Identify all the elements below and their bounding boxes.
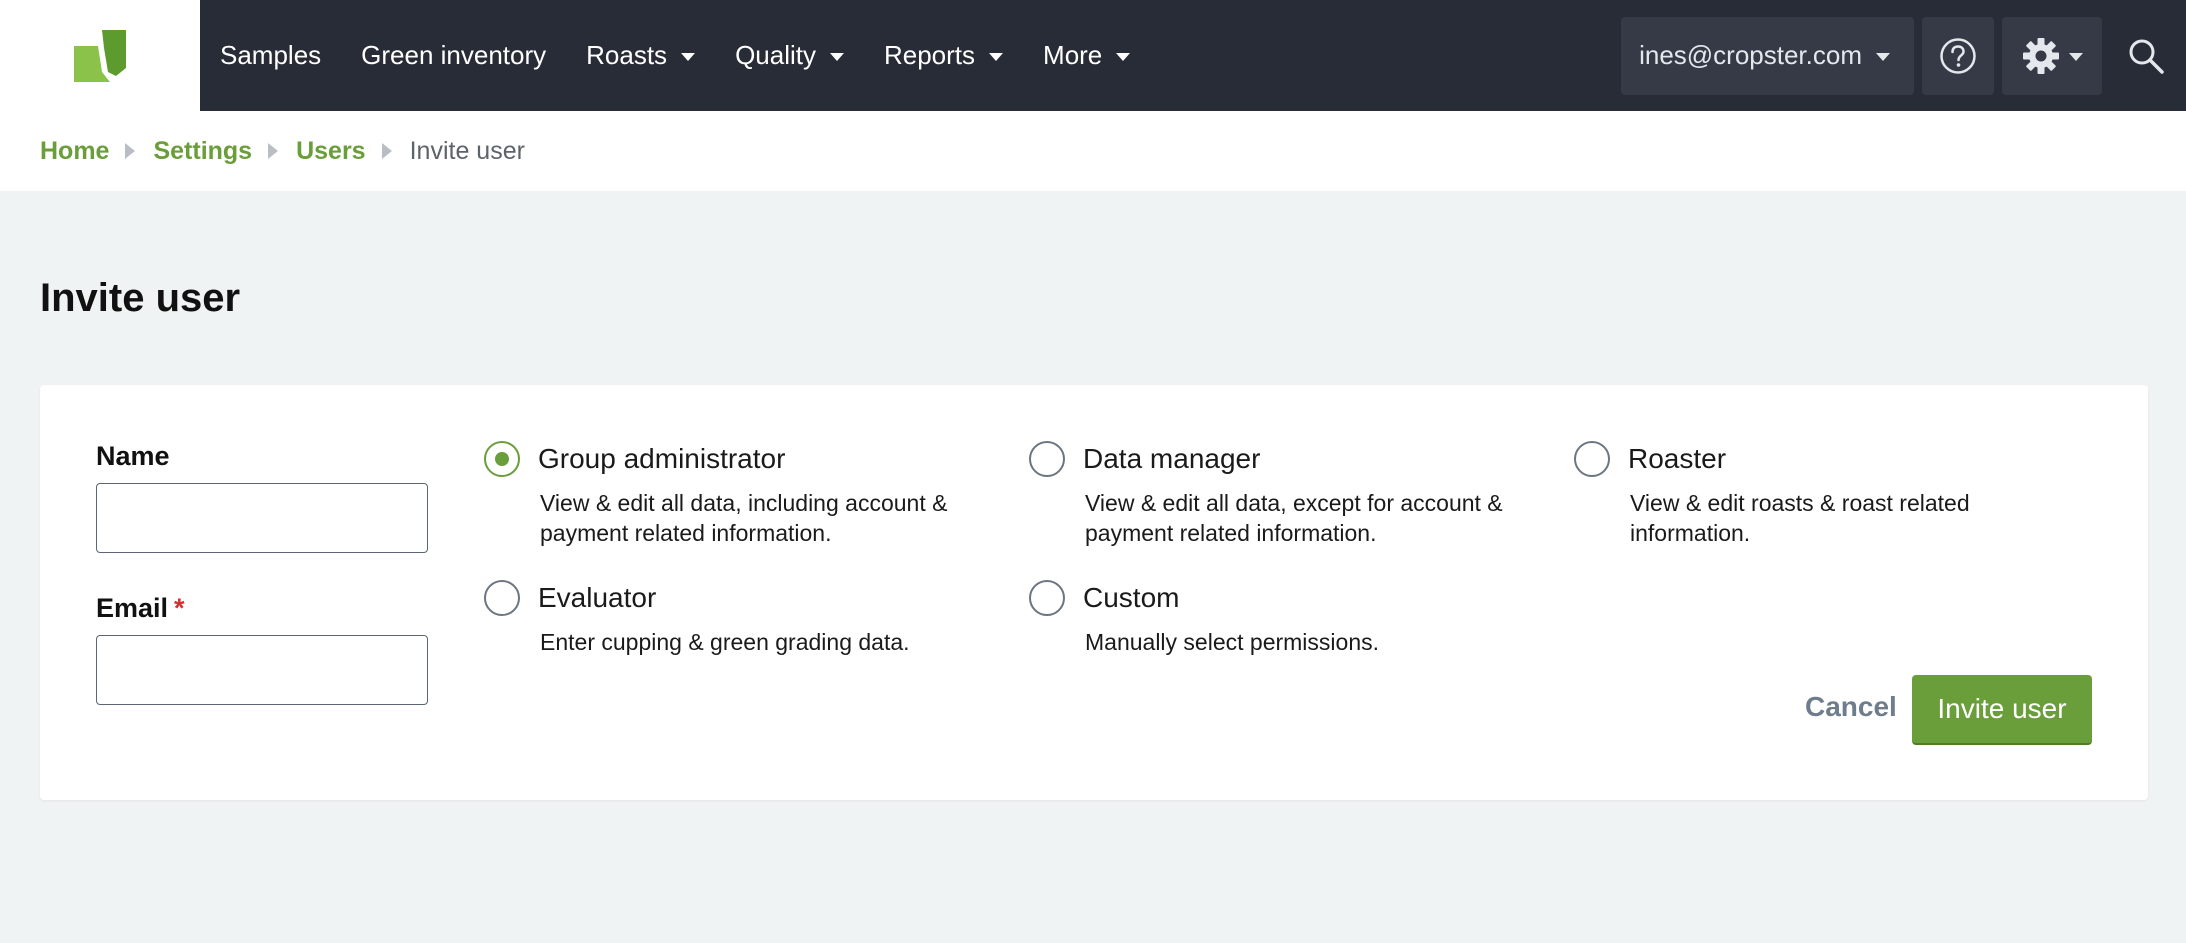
- caret-down-icon: [1876, 52, 1890, 61]
- nav-item-label: Green inventory: [361, 40, 547, 70]
- search-button[interactable]: [2110, 17, 2182, 95]
- role-radio[interactable]: [484, 580, 520, 616]
- nav-item-quality[interactable]: Quality: [715, 0, 864, 111]
- role-description: View & edit roasts & roast related infor…: [1630, 490, 1970, 546]
- name-label: Name: [96, 441, 170, 472]
- nav-item-label: Quality: [735, 40, 816, 70]
- cancel-button[interactable]: Cancel: [1805, 691, 1897, 723]
- name-input[interactable]: [96, 483, 428, 553]
- breadcrumb-current: Invite user: [409, 136, 525, 165]
- name-label-text: Name: [96, 441, 170, 471]
- email-input[interactable]: [96, 635, 428, 705]
- role-description: Enter cupping & green grading data.: [540, 629, 910, 655]
- caret-down-icon: [2069, 52, 2083, 61]
- nav-item-label: Samples: [220, 40, 322, 70]
- role-radio[interactable]: [1029, 441, 1065, 477]
- top-navigation: Samples Green inventory Roasts Quality R…: [0, 0, 2186, 111]
- caret-down-icon: [829, 52, 844, 61]
- breadcrumb-users[interactable]: Users: [296, 137, 366, 166]
- help-button[interactable]: [1922, 16, 1994, 95]
- user-menu-button[interactable]: ines@cropster.com: [1621, 16, 1914, 95]
- invite-user-button[interactable]: Invite user: [1912, 675, 2092, 745]
- nav-item-samples[interactable]: Samples: [200, 0, 341, 111]
- email-label: Email *: [96, 593, 185, 624]
- role-radio[interactable]: [1574, 441, 1610, 477]
- main-nav: Samples Green inventory Roasts Quality R…: [200, 0, 1150, 111]
- cropster-logo-icon: [74, 29, 126, 82]
- role-title: Evaluator: [538, 582, 657, 613]
- required-marker: *: [174, 593, 185, 623]
- chevron-right-icon: [125, 143, 136, 159]
- breadcrumb-home[interactable]: Home: [40, 137, 109, 166]
- role-title: Data manager: [1083, 443, 1261, 474]
- chevron-right-icon: [381, 143, 392, 159]
- nav-item-label: Reports: [883, 40, 976, 70]
- email-label-text: Email: [96, 593, 169, 623]
- nav-item-label: More: [1043, 40, 1103, 70]
- role-description: Manually select permissions.: [1085, 629, 1380, 655]
- nav-right-tools: ines@cropster.com: [1621, 0, 2186, 111]
- nav-item-more[interactable]: More: [1023, 0, 1150, 111]
- role-radio[interactable]: [484, 441, 520, 477]
- role-title: Group administrator: [538, 443, 786, 474]
- cropster-logo[interactable]: [0, 0, 200, 111]
- page-title: Invite user: [40, 276, 241, 320]
- breadcrumb-settings[interactable]: Settings: [153, 137, 252, 166]
- caret-down-icon: [681, 52, 696, 61]
- gear-icon: [2023, 37, 2059, 74]
- user-email: ines@cropster.com: [1639, 40, 1862, 70]
- breadcrumb: Home Settings Users Invite user: [0, 111, 2186, 191]
- nav-item-reports[interactable]: Reports: [864, 0, 1023, 111]
- role-title: Custom: [1083, 582, 1180, 613]
- nav-item-label: Roasts: [586, 40, 668, 70]
- role-title: Roaster: [1628, 443, 1727, 474]
- role-description: View & edit all data, except for account…: [1085, 490, 1503, 546]
- invite-user-form: Name Email * Group administrator View & e…: [40, 385, 2148, 800]
- role-description: View & edit all data, including account …: [540, 490, 948, 546]
- settings-menu-button[interactable]: [2002, 16, 2102, 95]
- nav-item-roasts[interactable]: Roasts: [566, 0, 715, 111]
- caret-down-icon: [989, 52, 1004, 61]
- search-icon: [2129, 39, 2164, 74]
- role-radio[interactable]: [1029, 580, 1065, 616]
- nav-item-green-inventory[interactable]: Green inventory: [341, 0, 566, 111]
- chevron-right-icon: [268, 143, 279, 159]
- caret-down-icon: [1116, 52, 1131, 61]
- help-icon: [1940, 37, 1976, 74]
